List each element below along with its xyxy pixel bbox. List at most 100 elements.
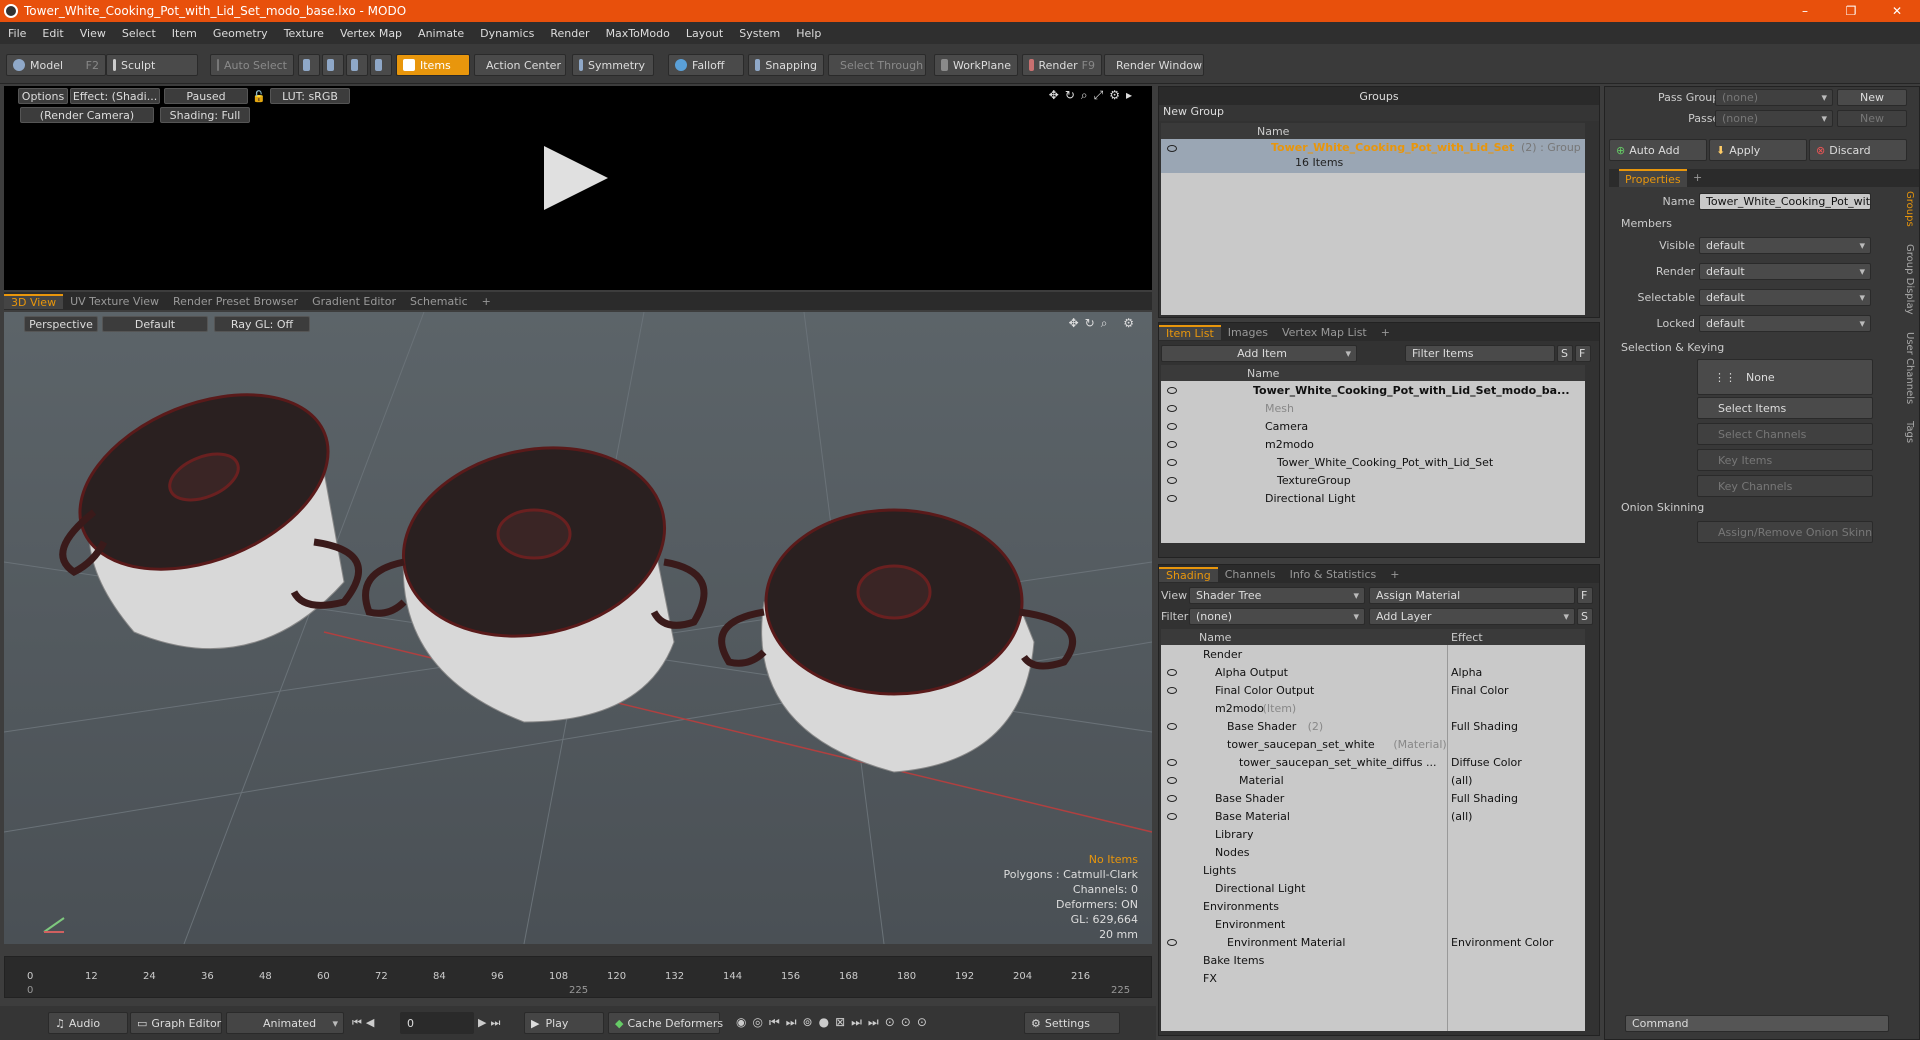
settings-button[interactable]: ⚙ Settings bbox=[1024, 1012, 1120, 1034]
preview-camera-dropdown[interactable]: (Render Camera) bbox=[20, 107, 154, 123]
shader-row[interactable]: Directional Light bbox=[1161, 879, 1585, 897]
cooking-pot-3[interactable] bbox=[718, 508, 1077, 773]
selectable-dropdown[interactable]: default bbox=[1699, 289, 1871, 306]
shader-effect[interactable]: Alpha bbox=[1451, 666, 1482, 679]
menu-texture[interactable]: Texture bbox=[276, 27, 332, 40]
shader-row[interactable]: Material (all) bbox=[1161, 771, 1585, 789]
menu-item[interactable]: Item bbox=[164, 27, 205, 40]
tab-images[interactable]: Images bbox=[1221, 326, 1275, 339]
assign-onion-button[interactable]: Assign/Remove Onion Skinning bbox=[1697, 521, 1873, 543]
eye-icon[interactable] bbox=[1167, 668, 1177, 676]
select-through-button[interactable]: Select Through bbox=[828, 54, 926, 76]
eye-icon[interactable] bbox=[1167, 722, 1177, 730]
eye-icon[interactable] bbox=[1167, 686, 1177, 694]
key-tools-icons[interactable]: ◉◎⏮⏭⊚●⊠⏭⏭⊙⊙⊙ bbox=[736, 1015, 933, 1030]
side-tab-group-display[interactable]: Group Display bbox=[1904, 244, 1915, 314]
shader-effect[interactable]: Diffuse Color bbox=[1451, 756, 1522, 769]
symmetry-button[interactable]: Symmetry bbox=[572, 54, 654, 76]
group-row[interactable]: Tower_White_Cooking_Pot_with_Lid_Set (2)… bbox=[1161, 139, 1585, 173]
shader-row[interactable]: Lights bbox=[1161, 861, 1585, 879]
cooking-pot-2[interactable] bbox=[362, 425, 708, 723]
render-dropdown[interactable]: default bbox=[1699, 263, 1871, 280]
discard-button[interactable]: ⊗ Discard bbox=[1809, 139, 1907, 161]
item-row[interactable]: Tower_White_Cooking_Pot_with_Lid_Set_mod… bbox=[1161, 381, 1585, 399]
frame-input[interactable]: 0 bbox=[400, 1012, 474, 1034]
shader-row[interactable]: Render bbox=[1161, 645, 1585, 663]
materials-mode-button[interactable] bbox=[370, 54, 392, 76]
command-input[interactable]: Command bbox=[1625, 1015, 1889, 1032]
tab-gradient-editor[interactable]: Gradient Editor bbox=[305, 295, 403, 308]
selection-keying-section[interactable]: Selection & Keying bbox=[1621, 341, 1724, 354]
shader-row[interactable]: Environments bbox=[1161, 897, 1585, 915]
assign-material-button[interactable]: Assign Material bbox=[1369, 587, 1575, 604]
item-list-f-button[interactable]: F bbox=[1575, 345, 1591, 362]
tab-uv-texture-view[interactable]: UV Texture View bbox=[63, 295, 166, 308]
action-center-button[interactable]: Action Center bbox=[474, 54, 566, 76]
menu-view[interactable]: View bbox=[72, 27, 114, 40]
key-items-button[interactable]: Key Items bbox=[1697, 449, 1873, 471]
menu-vertex-map[interactable]: Vertex Map bbox=[332, 27, 410, 40]
add-layer-dropdown[interactable]: Add Layer bbox=[1369, 608, 1575, 625]
menu-file[interactable]: File bbox=[0, 27, 34, 40]
eye-icon[interactable] bbox=[1167, 758, 1177, 766]
shader-row[interactable]: Base Shader Full Shading bbox=[1161, 789, 1585, 807]
play-icon[interactable] bbox=[544, 146, 608, 210]
menu-animate[interactable]: Animate bbox=[410, 27, 472, 40]
eye-icon[interactable] bbox=[1167, 476, 1177, 484]
select-channels-button[interactable]: Select Channels bbox=[1697, 423, 1873, 445]
eye-icon[interactable] bbox=[1167, 794, 1177, 802]
filter-items-input[interactable]: Filter Items bbox=[1405, 345, 1555, 362]
shader-row[interactable]: Environment Material Environment Color bbox=[1161, 933, 1585, 951]
tab-vertex-map-list[interactable]: Vertex Map List bbox=[1275, 326, 1374, 339]
add-tab-button[interactable]: + bbox=[475, 295, 498, 308]
close-button[interactable]: ✕ bbox=[1874, 0, 1920, 22]
preview-nav-icons[interactable]: ✥↻⌕⤢⚙▸ bbox=[1049, 88, 1138, 103]
minimize-button[interactable]: – bbox=[1782, 0, 1828, 22]
edges-mode-button[interactable] bbox=[322, 54, 344, 76]
add-tab-button[interactable]: + bbox=[1374, 326, 1397, 339]
shader-row[interactable]: Final Color Output Final Color bbox=[1161, 681, 1585, 699]
frame-forward-icons[interactable]: ▶⏭ bbox=[478, 1016, 504, 1030]
item-row[interactable]: Mesh bbox=[1161, 399, 1585, 417]
eye-icon[interactable] bbox=[1167, 494, 1177, 502]
auto-add-button[interactable]: ⊕ Auto Add bbox=[1609, 139, 1707, 161]
shader-tree[interactable]: Name Effect Render Alpha Output Alpha Final… bbox=[1161, 629, 1585, 1031]
members-section[interactable]: Members bbox=[1621, 217, 1672, 230]
lut-dropdown[interactable]: LUT: sRGB bbox=[270, 88, 350, 104]
new-pass-button[interactable]: New bbox=[1837, 110, 1907, 127]
lock-icon[interactable]: 🔓 bbox=[252, 88, 266, 104]
audio-button[interactable]: ♫ Audio bbox=[48, 1012, 128, 1034]
item-row[interactable]: Camera bbox=[1161, 417, 1585, 435]
animated-dropdown[interactable]: Animated bbox=[226, 1012, 344, 1034]
tab-3d-view[interactable]: 3D View bbox=[4, 293, 64, 309]
menu-geometry[interactable]: Geometry bbox=[205, 27, 276, 40]
locked-dropdown[interactable]: default bbox=[1699, 315, 1871, 332]
side-tab-user-channels[interactable]: User Channels bbox=[1904, 332, 1915, 404]
item-tree[interactable]: Name Tower_White_Cooking_Pot_with_Lid_Se… bbox=[1161, 365, 1585, 543]
viewport-3d[interactable]: Perspective Default Ray GL: Off ✥↻⌕ ⚙ No… bbox=[4, 312, 1152, 944]
sculpt-mode-button[interactable]: Sculpt bbox=[106, 54, 198, 76]
frame-step-icons[interactable]: ⏮◀ bbox=[352, 1016, 378, 1030]
shader-effect[interactable]: (all) bbox=[1451, 774, 1472, 787]
shader-row[interactable]: m2modo (Item) bbox=[1161, 699, 1585, 717]
vertices-mode-button[interactable] bbox=[298, 54, 320, 76]
side-tab-groups[interactable]: Groups bbox=[1904, 191, 1915, 227]
items-mode-button[interactable]: Items bbox=[396, 54, 470, 76]
render-window-button[interactable]: Render Window bbox=[1104, 54, 1204, 76]
eye-icon[interactable] bbox=[1167, 440, 1177, 448]
item-row[interactable]: Directional Light bbox=[1161, 489, 1585, 507]
tab-shading[interactable]: Shading bbox=[1159, 566, 1218, 582]
menu-dynamics[interactable]: Dynamics bbox=[472, 27, 542, 40]
shader-effect[interactable]: Environment Color bbox=[1451, 936, 1553, 949]
menu-help[interactable]: Help bbox=[788, 27, 829, 40]
shader-row[interactable]: Environment bbox=[1161, 915, 1585, 933]
menu-select[interactable]: Select bbox=[114, 27, 164, 40]
item-list-s-button[interactable]: S bbox=[1557, 345, 1573, 362]
render-preview[interactable]: Options Effect: (Shadi... Paused 🔓 LUT: … bbox=[4, 86, 1152, 290]
item-row[interactable]: TextureGroup bbox=[1161, 471, 1585, 489]
add-tab-button[interactable]: + bbox=[1693, 171, 1702, 184]
shader-effect[interactable]: Full Shading bbox=[1451, 792, 1518, 805]
graph-editor-button[interactable]: ▭ Graph Editor bbox=[130, 1012, 222, 1034]
none-selector[interactable]: ⋮⋮ None bbox=[1697, 359, 1873, 395]
filter-dropdown[interactable]: (none) bbox=[1189, 608, 1365, 625]
